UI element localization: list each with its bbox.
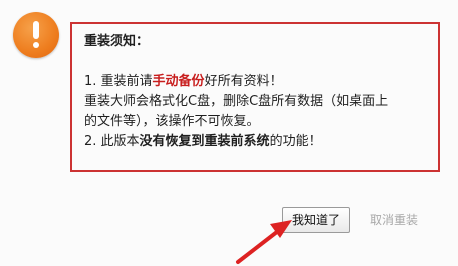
notice-text: 重装须知： 1. 重装前请手动备份好所有资料！ 重装大师会格式化C盘，删除C盘所… bbox=[84, 32, 432, 152]
notice-title: 重装须知： bbox=[84, 34, 150, 49]
notice-line-1: 1. 重装前请手动备份好所有资料！ bbox=[84, 72, 432, 92]
reinstall-notice-dialog: 重装须知： 1. 重装前请手动备份好所有资料！ 重装大师会格式化C盘，删除C盘所… bbox=[0, 0, 458, 266]
exclamation-dot bbox=[33, 42, 39, 48]
notice-line-4-bold: 没有恢复到重装前系统 bbox=[139, 134, 270, 149]
cancel-reinstall-button[interactable]: 取消重装 bbox=[364, 207, 424, 233]
confirm-button[interactable]: 我知道了 bbox=[282, 207, 350, 233]
notice-line-3: 的文件等），该操作不可恢复。 bbox=[84, 114, 260, 129]
notice-line-4-suffix: 的功能！ bbox=[269, 134, 322, 149]
notice-line-1-highlight: 手动备份 bbox=[152, 74, 205, 89]
notice-line-1-suffix: 好所有资料！ bbox=[204, 74, 283, 89]
notice-box: 重装须知： 1. 重装前请手动备份好所有资料！ 重装大师会格式化C盘，删除C盘所… bbox=[70, 22, 440, 172]
notice-line-1-prefix: 1. 重装前请 bbox=[84, 74, 153, 89]
notice-line-4: 2. 此版本没有恢复到重装前系统的功能！ bbox=[84, 132, 432, 152]
exclamation-icon bbox=[13, 12, 59, 58]
notice-line-2: 重装大师会格式化C盘，删除C盘所有数据（如桌面上 bbox=[84, 94, 389, 109]
notice-line-4-prefix: 2. 此版本 bbox=[84, 134, 140, 149]
exclamation-bar bbox=[33, 21, 39, 39]
